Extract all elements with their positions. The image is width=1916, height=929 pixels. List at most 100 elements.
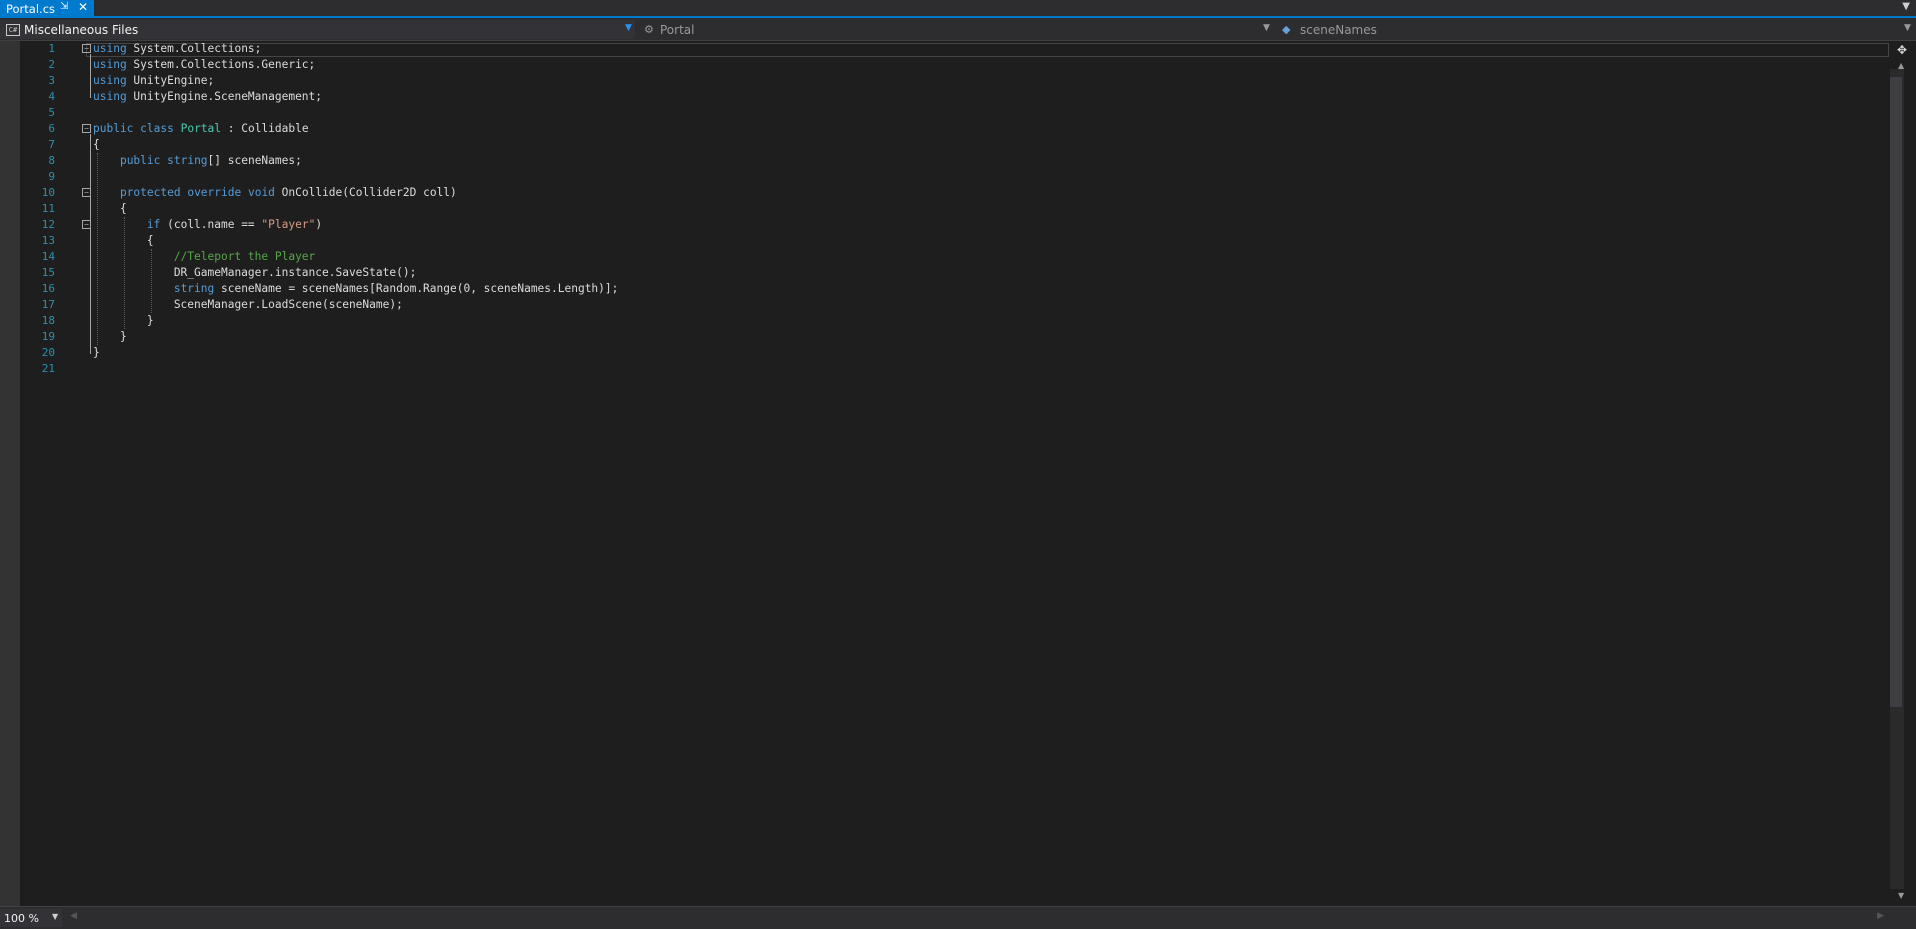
code-token: string [167, 154, 208, 167]
tab-portal-cs[interactable]: Portal.cs ⇲ ✕ [0, 0, 94, 17]
outline-bracket [90, 54, 91, 98]
code-token: { [93, 138, 100, 151]
line-number: 11 [41, 202, 55, 215]
code-token: override [187, 186, 242, 199]
horizontal-scrollbar[interactable]: ◀ ▶ [64, 911, 1890, 925]
code-token: System.Collections; [126, 42, 262, 55]
code-token: public [93, 122, 134, 135]
navigation-bar: C# Miscellaneous Files ▼ ⚙ Portal ▼ ◆ sc… [0, 18, 1916, 41]
code-line[interactable]: } [93, 345, 100, 361]
class-icon: ⚙ [644, 23, 654, 36]
code-token: string [173, 282, 215, 295]
code-line[interactable]: if (coll.name == "Player") [93, 217, 322, 233]
code-line[interactable]: { [93, 233, 154, 249]
code-line[interactable]: { [93, 201, 127, 217]
code-token: (coll.name == [160, 218, 262, 231]
project-dropdown-label: Miscellaneous Files [24, 22, 139, 37]
project-dropdown[interactable]: C# Miscellaneous Files ▼ [0, 20, 635, 39]
code-line[interactable]: //Teleport the Player [93, 249, 315, 265]
code-token: class [140, 122, 174, 135]
line-number: 16 [41, 282, 55, 295]
scroll-up-icon[interactable]: ▲ [1898, 61, 1904, 70]
line-number: 6 [48, 122, 55, 135]
code-token: } [93, 330, 127, 343]
code-line[interactable]: { [93, 137, 100, 153]
code-token: void [247, 186, 275, 199]
line-number: 18 [41, 314, 55, 327]
line-number: 10 [41, 186, 55, 199]
code-line[interactable]: public string[] sceneNames; [93, 153, 302, 169]
chevron-down-icon: ▼ [1904, 23, 1911, 33]
code-line[interactable]: using System.Collections; [93, 41, 261, 57]
code-line[interactable]: SceneManager.LoadScene(sceneName); [93, 297, 403, 313]
field-icon: ◆ [1282, 23, 1291, 36]
code-token: ) [315, 218, 323, 231]
close-icon[interactable]: ✕ [78, 0, 88, 14]
code-token: Portal [180, 122, 222, 135]
line-number: 17 [41, 298, 55, 311]
chevron-down-icon: ▼ [1263, 23, 1270, 33]
member-dropdown-label: sceneNames [1300, 22, 1377, 37]
code-editor[interactable]: 1 2 3 4 5 6 7 8 9 10 11 12 13 14 15 16 17 18 19 20 21 − − − − u… [0, 41, 1916, 906]
code-line[interactable]: DR_GameManager.instance.SaveState(); [93, 265, 417, 281]
code-token: sceneName = sceneNames[Random.Range(0, s… [214, 282, 619, 295]
line-number: 14 [41, 250, 55, 263]
line-number: 4 [48, 90, 55, 103]
code-token: : Collidable [221, 122, 309, 135]
pin-icon[interactable]: ⇲ [60, 1, 68, 12]
line-number: 3 [48, 74, 55, 87]
code-line[interactable]: } [93, 313, 154, 329]
code-token: UnityEngine; [126, 74, 215, 87]
code-line[interactable]: using UnityEngine.SceneManagement; [93, 89, 322, 105]
code-line[interactable]: string sceneName = sceneNames[Random.Ran… [93, 281, 619, 297]
code-token: using [93, 90, 127, 103]
tab-title: Portal.cs [6, 1, 56, 16]
code-token: SceneManager.LoadScene(sceneName); [93, 298, 403, 311]
vertical-scrollbar[interactable]: ✥ ▲ ▼ [1889, 41, 1916, 906]
type-dropdown-label: Portal [660, 22, 695, 37]
code-line[interactable]: public class Portal : Collidable [93, 121, 309, 137]
code-line[interactable]: using System.Collections.Generic; [93, 57, 315, 73]
glyph-margin[interactable] [0, 41, 20, 906]
member-dropdown[interactable]: ◆ sceneNames ▼ [1276, 20, 1916, 39]
scroll-down-icon[interactable]: ▼ [1898, 891, 1904, 900]
code-token: [] sceneNames; [207, 154, 302, 167]
code-token: //Teleport the Player [173, 250, 316, 263]
editor-bottom-bar: 100 % ▼ ◀ ▶ [0, 906, 1916, 929]
type-dropdown[interactable]: ⚙ Portal ▼ [638, 20, 1275, 39]
line-number: 19 [41, 330, 55, 343]
code-token: } [93, 346, 100, 359]
code-token: "Player" [261, 218, 316, 231]
code-line[interactable]: using UnityEngine; [93, 73, 214, 89]
zoom-dropdown[interactable]: 100 % ▼ [0, 909, 62, 927]
code-token: OnCollide(Collider2D coll) [274, 186, 457, 199]
line-number: 5 [48, 106, 55, 119]
scrollbar-thumb[interactable] [1890, 77, 1902, 707]
code-text-area[interactable]: using System.Collections; using System.Co… [93, 41, 1883, 906]
code-token: public [119, 154, 161, 167]
csharp-file-icon: C# [6, 23, 20, 36]
code-token: { [93, 202, 127, 215]
chevron-down-icon: ▼ [625, 23, 632, 33]
collapse-toggle-icon[interactable]: − [82, 44, 91, 53]
outline-bracket [90, 134, 91, 354]
chevron-down-icon: ▼ [52, 912, 59, 921]
scroll-left-icon[interactable]: ◀ [70, 911, 77, 921]
chevron-down-icon[interactable]: ▼ [1902, 1, 1910, 12]
line-number: 20 [41, 346, 55, 359]
scroll-right-icon[interactable]: ▶ [1877, 911, 1884, 921]
split-window-icon[interactable]: ✥ [1897, 43, 1907, 57]
document-tab-strip: Portal.cs ⇲ ✕ ▼ [0, 0, 1916, 18]
code-token: using [93, 74, 127, 87]
zoom-level: 100 % [4, 911, 39, 925]
line-number: 13 [41, 234, 55, 247]
code-line[interactable]: } [93, 329, 127, 345]
code-line[interactable]: protected override void OnCollide(Collid… [93, 185, 457, 201]
line-number: 2 [48, 58, 55, 71]
line-number: 9 [48, 170, 55, 183]
collapse-toggle-icon[interactable]: − [82, 124, 91, 133]
